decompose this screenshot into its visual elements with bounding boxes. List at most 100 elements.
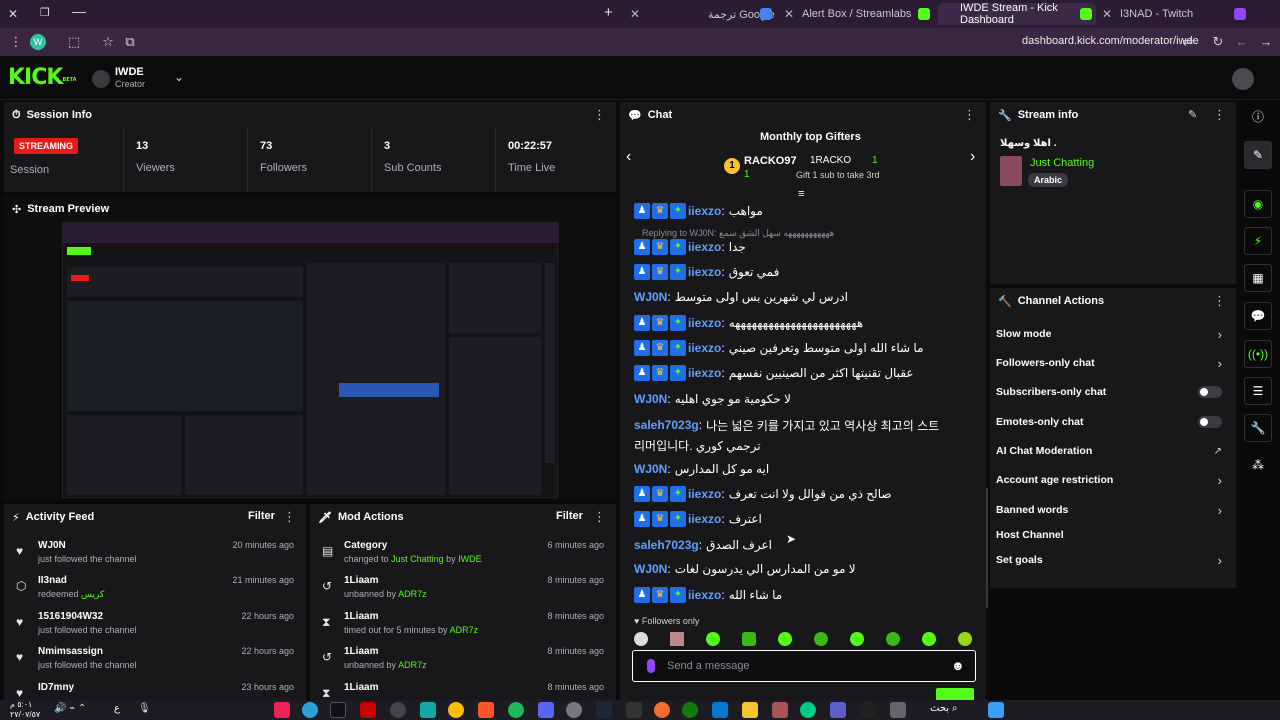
chat-scrollbar[interactable] <box>986 488 988 608</box>
chat-message[interactable]: ♟ ♛ ✦ iiexzo: مواهب <box>634 200 966 222</box>
copilot-icon[interactable] <box>772 702 788 718</box>
system-tray[interactable]: 🔊 ⌁ ⌃ <box>54 703 86 714</box>
gifters-next-icon[interactable]: › <box>970 148 975 166</box>
tiktok-icon[interactable] <box>330 702 346 718</box>
restore-window-icon[interactable]: ❐ <box>40 6 50 19</box>
chat-menu-icon[interactable]: ⋮ <box>963 108 976 121</box>
chat-username[interactable]: iiexzo <box>688 316 721 330</box>
input-language[interactable]: ع <box>114 703 120 714</box>
mic-icon[interactable] <box>647 659 655 673</box>
activity-user[interactable]: II3nad <box>38 575 67 586</box>
mod-user[interactable]: ADR7z <box>398 660 427 670</box>
close-tab-icon[interactable]: ✕ <box>1102 7 1112 21</box>
edit-stream-info-icon[interactable]: ✎ <box>1188 108 1197 121</box>
close-window-icon[interactable]: ✕ <box>8 7 18 21</box>
profile-icon[interactable]: W <box>30 34 46 50</box>
edge-dev-icon[interactable] <box>420 702 436 718</box>
toggle-switch[interactable] <box>1198 386 1222 398</box>
teams-icon[interactable] <box>830 702 846 718</box>
stream-category[interactable]: Just Chatting <box>1030 157 1094 169</box>
document-icon[interactable]: ▦ <box>1244 264 1272 292</box>
discord-icon[interactable] <box>538 702 554 718</box>
broadcast-icon[interactable]: ((•)) <box>1244 340 1272 368</box>
chat-message[interactable]: ♟ ♛ ✦ iiexzo: صالح ذي من قوالل ولا انت تعرف <box>634 483 966 505</box>
tab-google-translate[interactable]: ✕ ترجمة Google <box>628 3 780 25</box>
chat-username[interactable]: iiexzo <box>688 240 721 254</box>
bookmark-star-icon[interactable]: ☆ <box>100 34 116 50</box>
chat-message[interactable]: ♟ ♛ ✦ iiexzo: ما شاء الله اولى متوسط وتعرفين… <box>634 337 966 359</box>
translate-page-icon[interactable]: ⧉ <box>122 34 138 50</box>
netflix-icon[interactable] <box>360 702 376 718</box>
tab-streamlabs[interactable]: ✕ Alert Box / Streamlabs <box>782 3 934 25</box>
chat-message[interactable]: ♟ ♛ ✦ iiexzo: فمي تعوق <box>634 261 966 283</box>
taskbar-search[interactable]: بحث ⌕ <box>930 703 957 714</box>
channel-action-account-age-restriction[interactable]: Account age restriction › <box>996 470 1226 490</box>
channel-avatar[interactable] <box>92 70 110 88</box>
emoji-icon[interactable]: ☻ <box>951 658 965 673</box>
activity-user[interactable]: 15161904W32 <box>38 611 103 622</box>
telegram-icon[interactable] <box>302 702 318 718</box>
emote-green-icon[interactable] <box>886 632 900 646</box>
chat-username[interactable]: WJ0N <box>634 290 667 304</box>
chat-username[interactable]: iiexzo <box>688 588 721 602</box>
chat-username[interactable]: saleh7023g <box>634 418 699 432</box>
settings-icon[interactable] <box>566 702 582 718</box>
channel-action-subscribers-only-chat[interactable]: Subscribers-only chat <box>996 382 1226 402</box>
chat-message[interactable]: ♟ ♛ ✦ iiexzo: عقبال تقنيتها اكثر من الصينيين… <box>634 362 966 384</box>
layout-icon[interactable]: ☰ <box>1244 377 1272 405</box>
emote-green-icon[interactable] <box>922 632 936 646</box>
activity-menu-icon[interactable]: ⋮ <box>283 510 296 523</box>
mod-subject[interactable]: 1Liaam <box>344 682 378 693</box>
start-button-icon[interactable] <box>988 702 1004 718</box>
clock-date[interactable]: ٢٧/٠٧/٥٧ <box>10 710 40 719</box>
url-field[interactable]: dashboard.kick.com/moderator/iwde <box>1022 35 1199 47</box>
chat-username[interactable]: iiexzo <box>688 512 721 526</box>
gifter2-name[interactable]: 1RACKO <box>810 155 851 166</box>
info-icon[interactable]: ⓘ <box>1244 104 1272 132</box>
chat-username[interactable]: saleh7023g <box>634 538 699 552</box>
kick-logo[interactable]: KICKBETA <box>8 67 77 89</box>
mod-subject[interactable]: 1Liaam <box>344 575 378 586</box>
channel-action-followers-only-chat[interactable]: Followers-only chat › <box>996 353 1226 373</box>
category-thumbnail[interactable] <box>1000 156 1022 186</box>
mod-subject[interactable]: 1Liaam <box>344 646 378 657</box>
mod-user[interactable]: IWDE <box>458 554 482 564</box>
channel-action-set-goals[interactable]: Set goals › <box>996 550 1226 570</box>
taskbar-app-icon[interactable] <box>274 702 290 718</box>
steam-icon[interactable] <box>596 702 612 718</box>
chat-username[interactable]: iiexzo <box>688 265 721 279</box>
chat-message[interactable]: ♟ ♛ ✦ iiexzo: جدا <box>634 236 966 258</box>
extensions-icon[interactable]: ⬚ <box>66 34 82 50</box>
chat-message[interactable]: ♟ ♛ ✦ iiexzo: هههههههههههههههههههههههه <box>634 312 966 334</box>
tab-kick-dashboard[interactable]: IWDE Stream - Kick Dashboard <box>918 2 1096 26</box>
emote-green-icon[interactable] <box>958 632 972 646</box>
chat-username[interactable]: WJ0N <box>634 392 667 406</box>
session-menu-icon[interactable]: ⋮ <box>593 108 606 121</box>
clock-time[interactable]: ٥:٠١ م <box>10 700 32 709</box>
channel-action-ai-chat-moderation[interactable]: AI Chat Moderation ↗ <box>996 441 1226 461</box>
channel-switch-chevron-icon[interactable]: ⌄ <box>174 70 184 84</box>
close-tab-icon[interactable]: ✕ <box>630 7 640 21</box>
chat-send-button[interactable] <box>936 688 974 700</box>
gifters-prev-icon[interactable]: ‹ <box>626 148 631 166</box>
channel-action-emotes-only-chat[interactable]: Emotes-only chat <box>996 412 1226 432</box>
chat-username[interactable]: iiexzo <box>688 341 721 355</box>
chat-username[interactable]: WJ0N <box>634 562 667 576</box>
emote-green-icon[interactable] <box>850 632 864 646</box>
chat-message[interactable]: saleh7023g: اعرف الصدق <box>634 534 966 556</box>
chat-message[interactable]: saleh7023g: 나는 넓은 키를 가지고 있고 역사상 최고의 스트 <box>634 414 966 436</box>
activity-filter-button[interactable]: Filter <box>248 510 275 522</box>
edge-icon[interactable] <box>800 702 816 718</box>
channel-actions-menu-icon[interactable]: ⋮ <box>1213 294 1226 307</box>
chat-message[interactable]: ♟ ♛ ✦ iiexzo: ما شاء الله <box>634 584 966 606</box>
pencil-icon[interactable]: ✎ <box>1244 141 1272 169</box>
chat-username[interactable]: iiexzo <box>688 366 721 380</box>
chat-message[interactable]: ♟ ♛ ✦ iiexzo: اعترف <box>634 508 966 530</box>
xbox-icon[interactable] <box>682 702 698 718</box>
forward-icon[interactable]: → <box>1258 34 1274 50</box>
task-view-icon[interactable] <box>890 702 906 718</box>
mod-user[interactable]: ADR7z <box>450 625 479 635</box>
close-tab-icon[interactable]: ✕ <box>784 7 794 21</box>
explorer-icon[interactable] <box>742 702 758 718</box>
activity-user[interactable]: WJ0N <box>38 540 66 551</box>
